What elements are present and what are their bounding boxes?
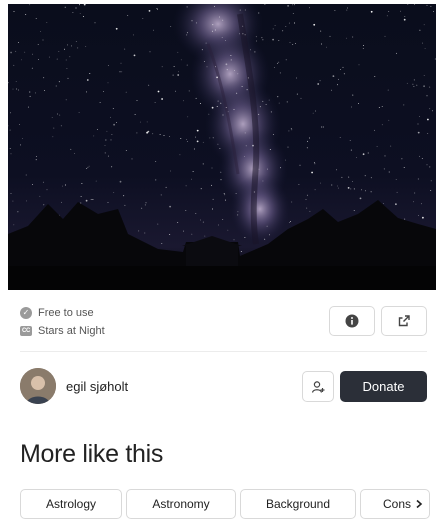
collection-label[interactable]: Stars at Night <box>38 325 105 337</box>
share-button[interactable] <box>381 306 427 336</box>
author-info[interactable]: egil sjøholt <box>20 368 128 404</box>
tag-background[interactable]: Background <box>240 489 356 519</box>
info-button[interactable] <box>329 306 375 336</box>
follow-button[interactable] <box>302 371 334 402</box>
info-icon <box>345 314 359 328</box>
tag-astrology[interactable]: Astrology <box>20 489 122 519</box>
section-divider <box>20 351 427 352</box>
cc-icon: CC <box>20 326 32 336</box>
add-user-icon <box>311 380 325 393</box>
section-title: More like this <box>20 440 164 468</box>
license-label: Free to use <box>38 307 94 319</box>
tag-astronomy[interactable]: Astronomy <box>126 489 236 519</box>
check-circle-icon: ✓ <box>20 307 32 319</box>
main-photo[interactable] <box>8 4 436 290</box>
author-name[interactable]: egil sjøholt <box>66 379 128 394</box>
chevron-right-icon <box>416 499 423 509</box>
avatar[interactable] <box>20 368 56 404</box>
donate-button[interactable]: Donate <box>340 371 427 402</box>
external-link-icon <box>398 315 410 327</box>
milky-way-image <box>8 4 436 290</box>
tags-next-button[interactable] <box>411 496 427 512</box>
related-tags: Astrology Astronomy Background Cons <box>20 489 437 519</box>
